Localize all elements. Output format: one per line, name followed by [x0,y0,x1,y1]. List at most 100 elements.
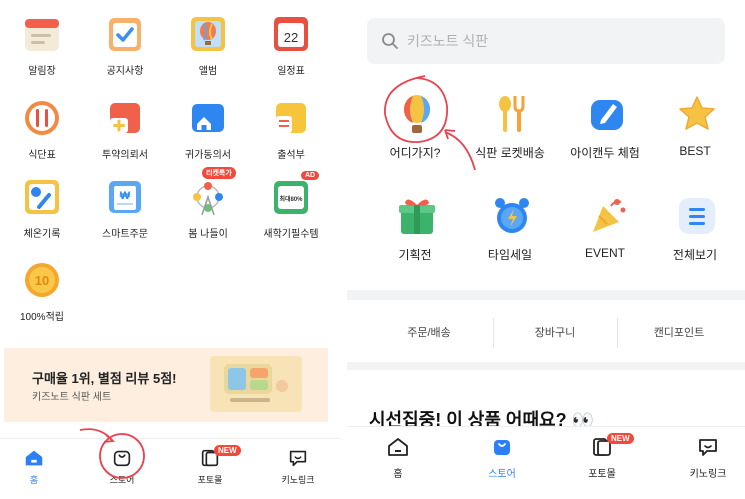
tab-cart[interactable]: 장바구니 [493,314,617,352]
menu-points[interactable]: 10 100%적립 [0,246,84,324]
notebook-icon [25,19,59,51]
menu-medication-request[interactable]: 투약의뢰서 [83,84,167,162]
spoon-fork-icon [499,96,525,132]
store-bag-icon [494,440,510,455]
banner-subtitle: 키즈노트 식판 세트 [32,392,112,403]
left-bottom-nav: 홈 스토어 포토몰 NEW 키노링크 [0,438,340,499]
tab-orders-shipping[interactable]: 주문/배송 [367,314,491,352]
nav-home[interactable]: 홈 [0,447,76,486]
banner-title: 구매율 1위, 별점 리뷰 5점! [32,371,177,386]
left-screen: 알림장 공지사항 앨범 22 일정표 식단표 투약의뢰서 귀가동의서 출석부 체… [0,0,340,499]
menu-label: 새학기필수템 [263,229,319,240]
tab-candy-points[interactable]: 캔디포인트 [617,314,741,352]
nav-kinolink[interactable]: 키노링크 [663,435,745,480]
menu-label: 앨범 [198,66,218,77]
menu-attendance[interactable]: 출석부 [249,84,333,162]
home-ticket-icon [192,104,224,132]
right-screen: 어디가지? 식판 로켓배송 아이캔두 체험 BEST 기획전 [347,0,745,499]
panel-gap [340,0,347,499]
nav-kinolink[interactable]: 키노링크 [256,447,340,486]
ad-badge: AD [301,171,320,180]
svg-text:₩: ₩ [120,190,131,202]
menu-meal-plan[interactable]: 식단표 [0,84,84,162]
right-bottom-nav: 홈 스토어 포토몰 NEW 키노링크 [347,426,745,499]
store-menu-label: BEST [679,144,711,158]
calendar-date: 22 [284,30,298,45]
nav-store[interactable]: 스토어 [80,447,164,486]
menu-new-semester-items[interactable]: 최대80% AD 새학기필수템 [249,163,333,241]
receipt-won-icon: ₩ [109,181,141,213]
meal-tray-image [210,356,302,412]
fork-knife-icon [25,101,59,135]
menu-smart-order[interactable]: ₩ 스마트주문 [83,163,167,241]
search-bar[interactable] [367,18,725,64]
menu-label: 투약의뢰서 [102,150,148,161]
home-icon [388,438,408,456]
nav-home[interactable]: 홈 [353,435,443,480]
nav-label: 키노링크 [281,475,315,485]
menu-album[interactable]: 앨범 [166,0,250,78]
pen-note-icon [591,100,623,130]
menu-label: 100%적립 [20,312,64,323]
nav-store[interactable]: 스토어 [457,435,547,480]
medicine-icon [110,103,140,133]
gift-box-icon: 최대80% [274,181,308,214]
search-input[interactable] [407,18,707,64]
store-menu-icando-experience[interactable]: 아이캔두 체험 [557,92,653,172]
menu-announcements[interactable]: 공지사항 [83,0,167,78]
balloon-album-icon [191,17,225,51]
nav-label: 홈 [29,475,39,485]
menu-label: 출석부 [277,150,305,161]
search-icon [382,33,398,49]
nav-label: 스토어 [109,475,135,485]
menu-label: 귀가동의서 [185,150,231,161]
clipboard-check-icon [109,18,141,51]
store-menu-where-to-go[interactable]: 어디가지? [367,92,463,172]
store-menu-label: 전체보기 [672,248,718,262]
attendance-icon [276,103,306,133]
store-menu-best[interactable]: BEST [647,92,743,172]
new-badge: NEW [214,445,241,456]
alarm-clock-icon [495,198,529,233]
home-icon [25,450,43,466]
menu-pickup-consent[interactable]: 귀가동의서 [166,84,250,162]
menu-label: 식단표 [28,150,56,161]
chat-bubble-icon [289,450,307,467]
thermometer-icon [25,180,59,214]
calendar-icon: 22 [274,17,308,51]
gift-icon [399,199,435,234]
menu-temperature-log[interactable]: 체온기록 [0,163,84,241]
store-menu-time-sale[interactable]: 타임세일 [462,194,558,274]
nav-label: 포토몰 [588,469,616,480]
menu-notice-board[interactable]: 알림장 [0,0,84,78]
store-bag-icon [113,450,131,467]
nav-label: 포토몰 [197,475,223,485]
ferris-wheel-icon [193,182,223,216]
store-menu-special-promotion[interactable]: 기획전 [367,194,463,274]
hot-air-balloon-icon [403,95,431,133]
menu-calendar[interactable]: 22 일정표 [249,0,333,78]
menu-label: 스마트주문 [102,229,148,240]
menu-spring-outing[interactable]: 티켓특가 봄 나들이 [166,163,250,241]
coin-icon: 10 [25,263,59,297]
store-menu-rocket-delivery[interactable]: 식판 로켓배송 [462,92,558,172]
menu-label: 일정표 [277,66,305,77]
nav-photo-mall[interactable]: 포토몰 NEW [557,433,647,480]
new-badge: NEW [607,433,634,444]
promo-banner[interactable]: 구매율 1위, 별점 리뷰 5점! 키즈노트 식판 세트 [4,348,328,422]
party-popper-icon [593,199,626,232]
nav-label: 스토어 [488,469,516,480]
chat-bubble-icon [699,439,717,456]
star-icon [679,96,715,130]
discount-text: 최대80% [279,195,303,203]
nav-photo-mall[interactable]: 포토몰 NEW [168,445,252,486]
menu-label: 공지사항 [106,66,144,77]
coin-value: 10 [35,273,49,288]
menu-label: 체온기록 [23,229,61,240]
nav-label: 키노링크 [689,469,727,480]
section-divider [347,362,745,370]
account-shortcuts: 주문/배송 장바구니 캔디포인트 [347,314,745,352]
ticket-sale-badge: 티켓특가 [202,167,236,179]
store-menu-view-all[interactable]: 전체보기 [647,194,743,274]
menu-label: 봄 나들이 [188,229,228,240]
